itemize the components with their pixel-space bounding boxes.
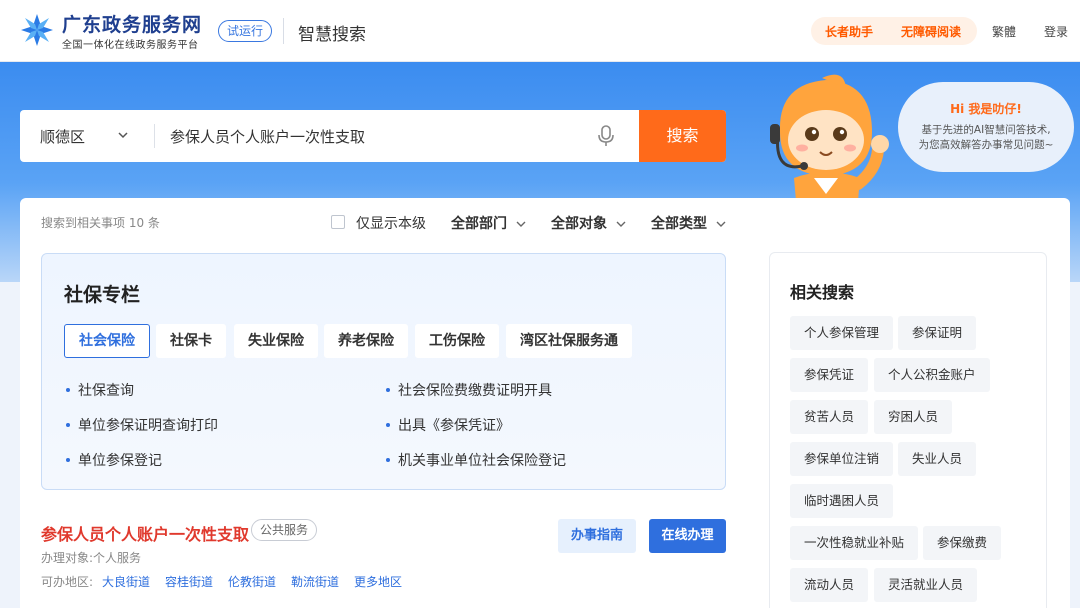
area-link-daliang[interactable]: 大良街道	[102, 573, 150, 590]
chevron-down-icon	[616, 221, 626, 227]
chevron-down-icon[interactable]	[116, 128, 130, 142]
link-institution-registration[interactable]: 机关事业单位社会保险登记	[398, 450, 566, 470]
area-link-more[interactable]: 更多地区	[354, 573, 402, 590]
tab-pension[interactable]: 养老保险	[324, 324, 408, 358]
top-header: 广东政务服务网 全国一体化在线政务服务平台 试运行 智慧搜索 长者助手 无障碍阅…	[0, 0, 1080, 62]
trial-badge: 试运行	[218, 20, 273, 42]
related-title: 相关搜索	[790, 283, 855, 302]
result-title-link[interactable]: 参保人员个人账户一次性支取	[41, 521, 249, 545]
bullet-dot	[66, 458, 70, 462]
related-tag[interactable]: 参保证明	[898, 316, 977, 350]
area-link-lunjiao[interactable]: 伦教街道	[228, 573, 276, 590]
related-tag[interactable]: 参保缴费	[923, 526, 1002, 560]
related-tag[interactable]: 参保单位注销	[790, 442, 894, 476]
site-title[interactable]: 广东政务服务网	[62, 10, 202, 37]
bullet-dot	[386, 458, 390, 462]
target-filter[interactable]: 全部对象	[551, 213, 626, 233]
result-count: 搜索到相关事项 10 条	[41, 216, 160, 230]
header-divider	[283, 18, 284, 44]
related-tag[interactable]: 个人公积金账户	[874, 358, 990, 392]
related-tag[interactable]: 临时遇困人员	[790, 484, 894, 518]
site-logo-icon[interactable]	[20, 13, 54, 47]
microphone-icon[interactable]	[596, 124, 616, 148]
bullet-dot	[66, 423, 70, 427]
related-search-panel: 相关搜索 个人参保管理 参保证明 参保凭证 个人公积金账户 贫苦人员 穷困人员 …	[769, 252, 1047, 608]
service-guide-button[interactable]: 办事指南	[558, 519, 636, 553]
area-link-leliu[interactable]: 勒流街道	[291, 573, 339, 590]
site-subtitle: 全国一体化在线政务服务平台	[62, 40, 199, 51]
link-unit-registration[interactable]: 单位参保登记	[78, 450, 162, 470]
tab-work-injury[interactable]: 工伤保险	[415, 324, 499, 358]
search-input[interactable]	[170, 118, 590, 154]
related-tag[interactable]: 流动人员	[790, 568, 869, 602]
search-separator	[154, 124, 155, 148]
link-payment-certificate[interactable]: 社会保险费缴费证明开具	[398, 380, 552, 400]
region-selector[interactable]: 顺德区	[40, 126, 85, 147]
service-type-badge: 公共服务	[251, 519, 318, 541]
tab-unemployment[interactable]: 失业保险	[234, 324, 318, 358]
search-button[interactable]: 搜索	[639, 110, 726, 162]
traditional-chinese-link[interactable]: 繁體	[992, 23, 1016, 40]
tab-bay-area-service[interactable]: 湾区社保服务通	[506, 324, 632, 358]
online-apply-button[interactable]: 在线办理	[649, 519, 726, 553]
target-filter-label: 全部对象	[551, 216, 607, 232]
only-local-checkbox[interactable]	[331, 215, 345, 229]
section-title: 智慧搜索	[298, 25, 366, 45]
department-filter[interactable]: 全部部门	[451, 213, 526, 233]
related-tag[interactable]: 灵活就业人员	[874, 568, 978, 602]
result-area-label: 可办地区:	[41, 575, 94, 589]
link-social-query[interactable]: 社保查询	[78, 380, 134, 400]
assistant-intro-line-1: 基于先进的AI智慧问答技术,	[921, 124, 1051, 136]
accessible-reading-button[interactable]: 无障碍阅读	[901, 23, 961, 40]
bullet-dot	[386, 423, 390, 427]
related-tag[interactable]: 一次性稳就业补贴	[790, 526, 919, 560]
social-security-panel: 社保专栏 社会保险 社保卡 失业保险 养老保险 工伤保险 湾区社保服务通 社保查…	[41, 253, 726, 490]
search-bar: 顺德区 搜索	[20, 110, 726, 162]
department-filter-label: 全部部门	[451, 216, 507, 232]
assistant-greeting: Hi 我是叻仔!	[950, 102, 1022, 116]
chevron-down-icon	[716, 221, 726, 227]
assistant-speech-bubble[interactable]: Hi 我是叻仔! 基于先进的AI智慧问答技术, 为您高效解答办事常见问题~	[898, 82, 1074, 172]
accessibility-group: 长者助手 无障碍阅读	[811, 17, 977, 45]
related-tag[interactable]: 贫苦人员	[790, 400, 869, 434]
only-local-label[interactable]: 仅显示本级	[356, 213, 426, 233]
related-tag[interactable]: 失业人员	[898, 442, 977, 476]
senior-assistant-button[interactable]: 长者助手	[825, 23, 873, 40]
link-unit-certificate-print[interactable]: 单位参保证明查询打印	[78, 415, 218, 435]
area-link-ronggui[interactable]: 容桂街道	[165, 573, 213, 590]
bullet-dot	[386, 388, 390, 392]
link-insurance-voucher[interactable]: 出具《参保凭证》	[398, 415, 510, 435]
result-target: 办理对象:个人服务	[41, 551, 142, 565]
type-filter-label: 全部类型	[651, 216, 707, 232]
assistant-intro-line-2: 为您高效解答办事常见问题~	[918, 139, 1054, 151]
chevron-down-icon	[516, 221, 526, 227]
type-filter[interactable]: 全部类型	[651, 213, 726, 233]
related-tag[interactable]: 参保凭证	[790, 358, 869, 392]
tab-social-card[interactable]: 社保卡	[156, 324, 226, 358]
tab-social-insurance[interactable]: 社会保险	[64, 324, 150, 358]
panel-title: 社保专栏	[64, 284, 141, 306]
related-tag[interactable]: 穷困人员	[874, 400, 953, 434]
bullet-dot	[66, 388, 70, 392]
login-link[interactable]: 登录	[1044, 23, 1068, 40]
related-tag[interactable]: 个人参保管理	[790, 316, 894, 350]
